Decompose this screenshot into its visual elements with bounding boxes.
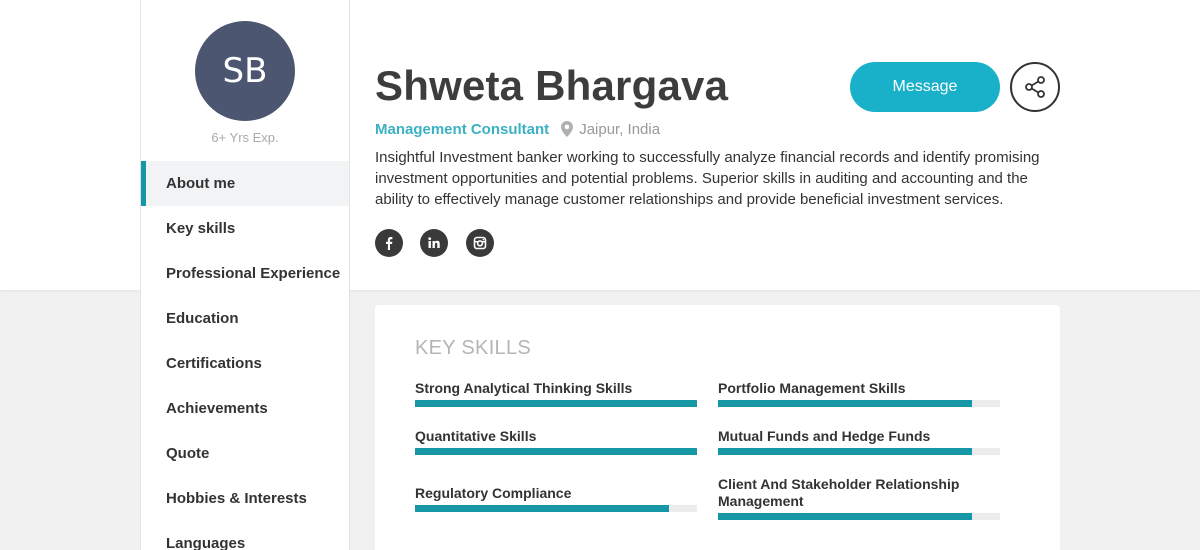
sidebar-item-hobbies[interactable]: Hobbies & Interests: [141, 476, 349, 521]
sidebar-item-about-me[interactable]: About me: [141, 161, 349, 206]
skill-label: Strong Analytical Thinking Skills: [415, 380, 633, 396]
skill-label: Client And Stakeholder Relationship Mana…: [718, 476, 960, 509]
skill-item: Regulatory Compliance: [415, 485, 698, 512]
facebook-icon[interactable]: [375, 229, 403, 257]
skill-bar-fill: [415, 400, 697, 407]
sidebar-nav: About me Key skills Professional Experie…: [141, 161, 349, 550]
share-icon: [1025, 76, 1045, 98]
skill-bar-fill: [718, 448, 972, 455]
job-title: Management Consultant: [375, 121, 550, 138]
key-skills-title: KEY SKILLS: [415, 337, 532, 359]
sidebar-item-achievements[interactable]: Achievements: [141, 386, 349, 431]
bio: Insightful Investment banker working to …: [375, 149, 1040, 208]
skill-bar-fill: [718, 513, 972, 520]
skill-label: Mutual Funds and Hedge Funds: [718, 428, 931, 444]
share-button[interactable]: [1010, 62, 1060, 112]
skill-item: Quantitative Skills: [415, 428, 698, 455]
skill-bar: [718, 400, 1000, 407]
skill-bar: [415, 448, 697, 455]
sidebar-item-quote[interactable]: Quote: [141, 431, 349, 476]
social-links: [375, 229, 507, 257]
skill-label: Quantitative Skills: [415, 428, 537, 444]
profile-name: Shweta Bhargava: [375, 62, 729, 109]
skill-item: Client And Stakeholder Relationship Mana…: [718, 476, 1001, 520]
skill-bar-fill: [415, 505, 669, 512]
sidebar: SB 6+ Yrs Exp. About me Key skills Profe…: [140, 0, 350, 550]
skill-bar: [415, 505, 697, 512]
skill-bar: [718, 448, 1000, 455]
key-skills-card: KEY SKILLS Strong Analytical Thinking Sk…: [375, 305, 1060, 550]
sidebar-item-certifications[interactable]: Certifications: [141, 341, 349, 386]
location-pin-icon: [561, 121, 574, 141]
skill-item: Mutual Funds and Hedge Funds: [718, 428, 1001, 455]
sidebar-item-key-skills[interactable]: Key skills: [141, 206, 349, 251]
title-row: Management Consultant Jaipur, India: [375, 121, 660, 141]
instagram-icon[interactable]: [465, 229, 494, 257]
skill-item: Portfolio Management Skills: [718, 380, 1001, 407]
skill-label: Regulatory Compliance: [415, 485, 572, 501]
sidebar-item-professional-experience[interactable]: Professional Experience: [141, 251, 349, 296]
message-button[interactable]: Message: [850, 62, 1000, 112]
sidebar-item-languages[interactable]: Languages: [141, 521, 349, 550]
skill-bar-fill: [718, 400, 972, 407]
skill-bar: [718, 513, 1000, 520]
skill-bar: [415, 400, 697, 407]
skill-bar-fill: [415, 448, 697, 455]
experience-label: 6+ Yrs Exp.: [211, 130, 279, 145]
linkedin-icon[interactable]: [420, 229, 449, 257]
sidebar-item-education[interactable]: Education: [141, 296, 349, 341]
avatar: SB: [195, 21, 295, 121]
location: Jaipur, India: [579, 121, 661, 138]
skill-item: Strong Analytical Thinking Skills: [415, 380, 698, 407]
skill-label: Portfolio Management Skills: [718, 380, 906, 396]
